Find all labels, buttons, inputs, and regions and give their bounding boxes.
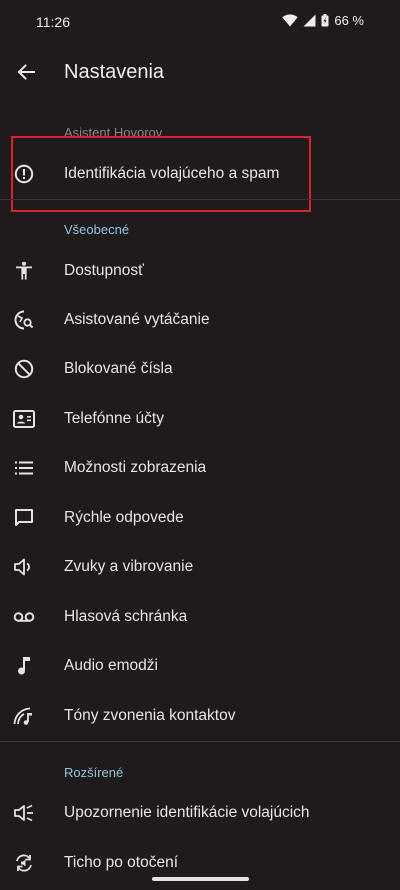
setting-label: Upozornenie identifikácie volajúcich xyxy=(64,804,310,821)
setting-accessibility[interactable]: Dostupnosť xyxy=(0,247,400,296)
setting-voicemail[interactable]: Hlasová schránka xyxy=(0,593,400,642)
setting-label: Hlasová schránka xyxy=(64,608,188,625)
announce-icon xyxy=(12,801,36,825)
setting-assisted-dialing[interactable]: Asistované vytáčanie xyxy=(0,296,400,345)
setting-label: Dostupnosť xyxy=(64,262,144,279)
voicemail-icon xyxy=(12,605,36,629)
status-bar: 11:26 66 % xyxy=(0,0,400,44)
wifi-icon xyxy=(282,14,299,27)
setting-contact-ringtones[interactable]: Tóny zvonenia kontaktov xyxy=(0,692,400,741)
setting-label: Blokované čísla xyxy=(64,360,173,377)
music-note-icon xyxy=(12,654,36,678)
section-header-advanced: Rozšírené xyxy=(64,765,124,780)
block-icon xyxy=(12,357,36,381)
setting-label: Možnosti zobrazenia xyxy=(64,459,207,476)
arrow-back-icon xyxy=(17,63,35,86)
section-header-general: Všeobecné xyxy=(64,222,130,237)
setting-sounds-vibration[interactable]: Zvuky a vibrovanie xyxy=(0,543,400,592)
setting-label: Asistované vytáčanie xyxy=(64,311,210,328)
setting-audio-emoji[interactable]: Audio emodži xyxy=(0,642,400,691)
highlight-box xyxy=(11,136,311,212)
setting-phone-accounts[interactable]: Telefónne účty xyxy=(0,395,400,444)
back-button[interactable] xyxy=(10,58,42,90)
message-icon xyxy=(12,506,36,530)
gesture-nav-handle[interactable] xyxy=(152,877,249,881)
setting-label: Ticho po otočení xyxy=(64,854,179,871)
volume-icon xyxy=(12,555,36,579)
battery-icon xyxy=(321,14,329,27)
status-icons: 66 % xyxy=(282,13,364,28)
setting-label: Rýchle odpovede xyxy=(64,509,184,526)
battery-percent: 66 % xyxy=(334,13,364,28)
app-bar: Nastavenia xyxy=(0,44,400,104)
divider xyxy=(0,741,400,742)
contact-card-icon xyxy=(12,407,36,431)
assisted-dialing-icon xyxy=(12,308,36,332)
setting-label: Tóny zvonenia kontaktov xyxy=(64,707,236,724)
setting-blocked-numbers[interactable]: Blokované čísla xyxy=(0,345,400,394)
setting-label: Zvuky a vibrovanie xyxy=(64,558,194,575)
setting-label: Telefónne účty xyxy=(64,410,164,427)
setting-label: Audio emodži xyxy=(64,657,158,674)
divider xyxy=(0,199,400,200)
page-title: Nastavenia xyxy=(64,61,165,83)
accessibility-icon xyxy=(12,259,36,283)
flip-silence-icon xyxy=(12,851,36,875)
setting-display-options[interactable]: Možnosti zobrazenia xyxy=(0,444,400,493)
signal-icon xyxy=(303,14,316,27)
status-time: 11:26 xyxy=(36,14,70,30)
ringtone-icon xyxy=(12,704,36,728)
setting-caller-id-announcement[interactable]: Upozornenie identifikácie volajúcich xyxy=(0,789,400,838)
setting-quick-responses[interactable]: Rýchle odpovede xyxy=(0,494,400,543)
list-icon xyxy=(12,456,36,480)
